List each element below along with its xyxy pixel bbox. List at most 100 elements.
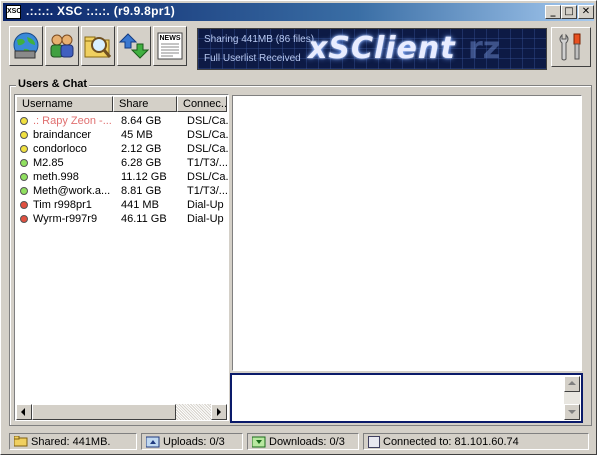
user-list[interactable]: Username Share Connec... .: Rapy Zeon -.…	[14, 94, 229, 421]
user-share: 8.81 GB	[121, 185, 162, 197]
banner-logo-ghost: rz	[468, 31, 501, 66]
chat-input[interactable]	[230, 373, 583, 423]
banner-logo: xSClient	[308, 31, 456, 66]
toolbar: NEWS Sharing 441MB (86 files) Full Userl…	[3, 24, 594, 72]
arrow-left-icon	[21, 408, 25, 416]
user-connection: DSL/Ca...	[187, 129, 229, 141]
banner-status-sharing: Sharing 441MB (86 files)	[204, 34, 315, 45]
title-bar[interactable]: XSC .:.:.:. XSC :.:.:. (r9.9.8pr1) _ □ ✕	[3, 3, 594, 21]
users-button[interactable]	[45, 26, 79, 66]
status-bar: Shared: 441MB. Uploads: 0/3 Downloads: 0…	[3, 433, 594, 451]
arrow-up-icon	[568, 381, 576, 385]
column-header-connection[interactable]: Connec...	[177, 96, 227, 112]
user-share: 11.12 GB	[121, 171, 167, 183]
close-button[interactable]: ✕	[578, 5, 594, 19]
user-status-icon	[20, 201, 28, 209]
user-name: M2.85	[33, 157, 64, 169]
user-list-header: Username Share Connec...	[16, 96, 227, 112]
status-banner: Sharing 441MB (86 files) Full Userlist R…	[197, 28, 547, 70]
search-icon	[84, 36, 112, 58]
user-connection: DSL/Ca...	[187, 143, 229, 155]
folder-icon	[14, 436, 28, 447]
column-header-share[interactable]: Share	[113, 96, 177, 112]
scroll-up-button[interactable]	[564, 376, 580, 392]
news-button[interactable]: NEWS	[153, 26, 187, 66]
status-connected-text: Connected to: 81.101.60.74	[383, 435, 519, 448]
user-connection: T1/T3/...	[187, 157, 228, 169]
user-connection: Dial-Up	[187, 213, 224, 225]
app-icon[interactable]: XSC	[6, 5, 21, 19]
user-name: Tim r998pr1	[33, 199, 92, 211]
column-header-username[interactable]: Username	[16, 96, 113, 112]
status-shared-text: Shared: 441MB.	[31, 435, 111, 448]
user-row[interactable]: Wyrm-r997r9 46.11 GB Dial-Up	[16, 212, 229, 226]
user-connection: DSL/Ca...	[187, 115, 229, 127]
news-icon: NEWS	[157, 32, 183, 60]
user-name: meth.998	[33, 171, 79, 183]
connect-globe-icon	[13, 32, 39, 59]
connect-button[interactable]	[9, 26, 43, 66]
user-status-icon	[20, 145, 28, 153]
user-row[interactable]: meth.998 11.12 GB DSL/Ca...	[16, 170, 229, 184]
user-share: 441 MB	[121, 199, 159, 211]
arrow-down-icon	[568, 410, 576, 414]
user-name: .: Rapy Zeon -...	[33, 115, 112, 127]
connection-icon	[368, 435, 380, 448]
user-connection: Dial-Up	[187, 199, 224, 211]
user-status-icon	[20, 173, 28, 181]
banner-status-userlist: Full Userlist Received	[204, 53, 301, 64]
user-name: braindancer	[33, 129, 92, 141]
user-row[interactable]: condorloco 2.12 GB DSL/Ca...	[16, 142, 229, 156]
window-title: .:.:.:. XSC :.:.:. (r9.9.8pr1)	[26, 4, 176, 18]
user-status-icon	[20, 187, 28, 195]
user-row[interactable]: Tim r998pr1 441 MB Dial-Up	[16, 198, 229, 212]
users-icon	[50, 34, 74, 58]
user-connection: T1/T3/...	[187, 185, 228, 197]
user-share: 45 MB	[121, 129, 153, 141]
status-uploads-text: Uploads: 0/3	[163, 435, 225, 448]
user-status-icon	[20, 131, 28, 139]
user-name: Meth@work.a...	[33, 185, 111, 197]
horizontal-scrollbar[interactable]	[16, 404, 227, 420]
user-share: 8.64 GB	[121, 115, 162, 127]
user-share: 6.28 GB	[121, 157, 162, 169]
download-icon	[252, 436, 266, 447]
user-row[interactable]: braindancer 45 MB DSL/Ca...	[16, 128, 229, 142]
user-status-icon	[20, 117, 28, 125]
status-downloads: Downloads: 0/3	[247, 433, 359, 450]
news-icon-label: NEWS	[160, 35, 181, 42]
status-downloads-text: Downloads: 0/3	[269, 435, 345, 448]
user-connection: DSL/Ca...	[187, 171, 229, 183]
app-window: XSC .:.:.:. XSC :.:.:. (r9.9.8pr1) _ □ ✕	[0, 0, 597, 455]
status-connected: Connected to: 81.101.60.74	[363, 433, 589, 450]
user-name: condorloco	[33, 143, 87, 155]
user-share: 2.12 GB	[121, 143, 162, 155]
user-share: 46.11 GB	[121, 213, 167, 225]
status-shared: Shared: 441MB.	[9, 433, 137, 450]
scroll-thumb[interactable]	[32, 404, 176, 420]
maximize-button[interactable]: □	[561, 5, 577, 19]
chat-input-scrollbar[interactable]	[564, 376, 580, 420]
scroll-down-button[interactable]	[564, 404, 580, 420]
settings-button[interactable]	[551, 27, 591, 67]
user-status-icon	[20, 159, 28, 167]
scroll-right-button[interactable]	[211, 404, 227, 420]
user-row[interactable]: .: Rapy Zeon -... 8.64 GB DSL/Ca...	[16, 114, 229, 128]
user-name: Wyrm-r997r9	[33, 213, 98, 225]
minimize-button[interactable]: _	[545, 5, 561, 19]
scroll-track[interactable]	[176, 404, 211, 420]
chat-log[interactable]	[232, 95, 582, 371]
transfers-icon	[119, 33, 149, 59]
user-status-icon	[20, 215, 28, 223]
transfers-button[interactable]	[117, 26, 151, 66]
status-uploads: Uploads: 0/3	[141, 433, 243, 450]
arrow-right-icon	[217, 408, 221, 416]
user-rows: .: Rapy Zeon -...8.64 GBDSL/Ca...brainda…	[16, 114, 229, 226]
user-row[interactable]: Meth@work.a... 8.81 GB T1/T3/...	[16, 184, 229, 198]
upload-icon	[146, 436, 160, 447]
tools-icon	[559, 33, 581, 61]
group-label: Users & Chat	[16, 78, 90, 90]
scroll-left-button[interactable]	[16, 404, 32, 420]
user-row[interactable]: M2.85 6.28 GB T1/T3/...	[16, 156, 229, 170]
search-button[interactable]	[81, 26, 115, 66]
